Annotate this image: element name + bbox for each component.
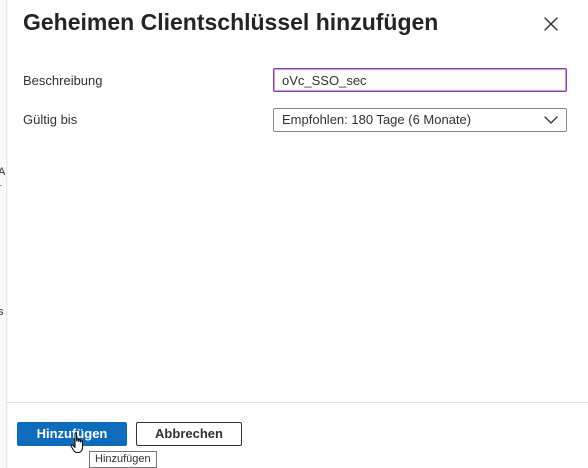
background-text-fragment: A [0, 166, 6, 178]
expires-label: Gültig bis [23, 112, 78, 127]
description-input[interactable] [273, 68, 567, 92]
panel-title: Geheimen Clientschlüssel hinzufügen [23, 9, 439, 35]
background-text-fragment: s [0, 306, 4, 318]
hand-cursor-icon [70, 432, 84, 453]
expires-dropdown[interactable]: Empfohlen: 180 Tage (6 Monate) [273, 108, 567, 132]
screen: A r i s Geheimen Clientschlüssel hinzufü… [0, 0, 588, 468]
close-button[interactable] [540, 13, 562, 35]
cancel-button[interactable]: Abbrechen [136, 422, 242, 446]
panel-edge-shadow [6, 0, 8, 468]
background-link-fragment: r [0, 182, 2, 194]
add-button-tooltip: Hinzufügen [89, 451, 157, 468]
add-client-secret-panel: Geheimen Clientschlüssel hinzufügen Besc… [6, 0, 588, 468]
expires-selected-value: Empfohlen: 180 Tage (6 Monate) [282, 112, 472, 127]
chevron-down-icon [544, 116, 558, 124]
description-label: Beschreibung [23, 73, 103, 88]
footer-divider [6, 402, 588, 403]
close-icon [544, 17, 558, 31]
